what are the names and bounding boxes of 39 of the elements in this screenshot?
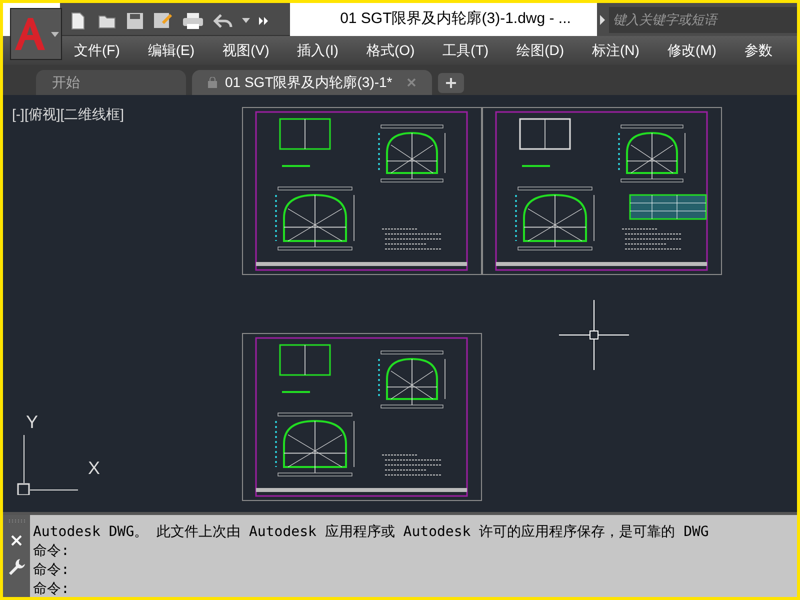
command-history-line: 命令: [33,561,70,580]
viewport-label[interactable]: [-][俯视][二维线框] [12,104,124,125]
undo-icon[interactable] [213,12,233,30]
menu-item[interactable]: 插入(I) [294,40,342,61]
plus-icon [446,78,456,88]
application-menu-button[interactable] [10,8,62,60]
menu-item[interactable]: 参数 [741,40,776,61]
y-axis-label: Y [26,411,38,434]
file-tab[interactable]: 01 SGT限界及内轮廓(3)-1* [192,70,432,95]
command-history-line: 命令: [33,580,70,597]
crosshair-cursor-icon [559,300,629,370]
save-as-icon[interactable] [153,11,173,31]
menu-item[interactable]: 编辑(E) [144,40,198,61]
dropdown-arrow-icon [51,32,59,36]
menu-item[interactable]: 标注(N) [589,40,642,61]
dropdown-arrow-icon[interactable] [242,18,250,24]
wrench-icon[interactable] [8,558,26,576]
file-tab[interactable]: 开始 [36,70,186,95]
lock-icon [208,77,217,88]
new-tab-button[interactable] [438,73,464,93]
overflow-arrows-icon[interactable] [259,17,269,25]
drawing-canvas[interactable]: [-][俯视][二维线框] Y X [3,95,797,512]
printer-icon[interactable] [182,11,204,31]
logo-icon [13,16,47,52]
ucs-axes-icon [16,435,78,495]
save-icon[interactable] [126,12,144,30]
command-line-handle[interactable] [3,515,30,597]
command-history-line: 命令: [33,542,70,561]
x-axis-label: X [88,457,100,480]
menu-item[interactable]: 绘图(D) [514,40,567,61]
menu-item[interactable]: 文件(F) [71,40,123,61]
menu-item[interactable]: 格式(O) [363,40,418,61]
menu-item[interactable]: 工具(T) [440,40,492,61]
search-field[interactable]: 键入关键字或短语 [597,3,797,36]
menu-item[interactable]: 修改(M) [664,40,720,61]
menu-item[interactable]: 视图(V) [220,40,272,61]
window-title: 01 SGT限界及内轮廓(3)-1.dwg - ... [339,9,572,30]
grip-icon[interactable] [8,519,26,523]
command-history-line: Autodesk DWG。 此文件上次由 Autodesk 应用程序或 Autodesk 许可的应用程序保存，是可靠的 DWG [33,523,709,542]
